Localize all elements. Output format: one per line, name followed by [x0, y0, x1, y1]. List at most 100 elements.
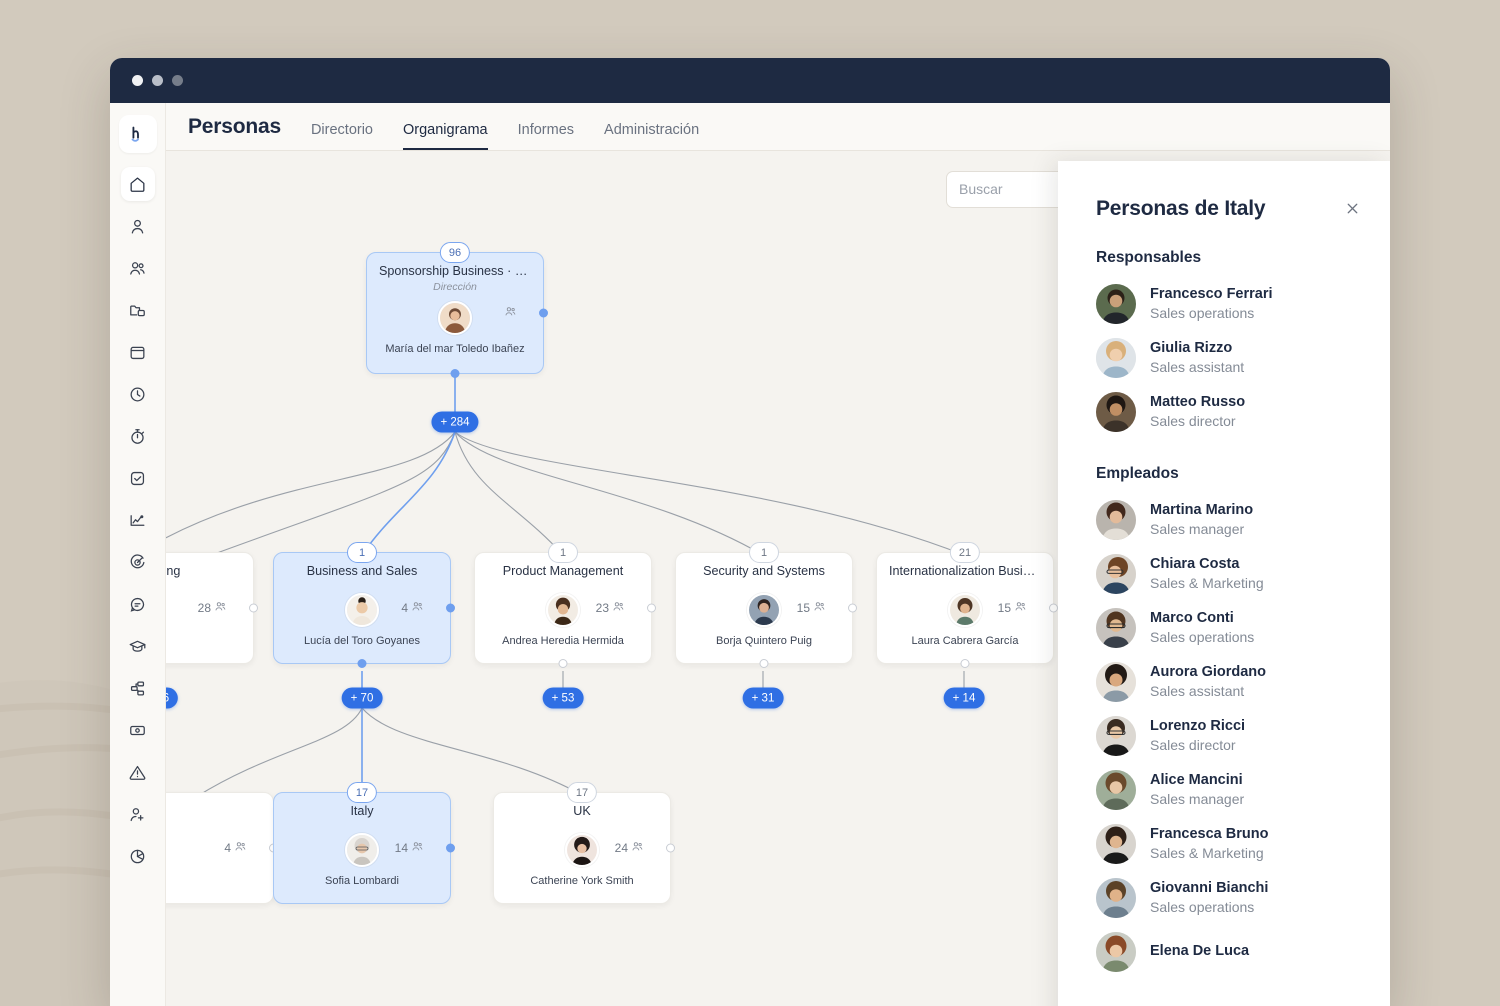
org-node-bottom-handle[interactable]: [961, 659, 970, 668]
org-expand-badge-root[interactable]: + 284: [431, 412, 478, 433]
person-row[interactable]: Aurora Giordano Sales assistant: [1096, 655, 1364, 709]
org-node-count: [501, 305, 517, 321]
alert-icon: [128, 763, 147, 782]
panel-body: Responsables Francesco Ferrari Sales ope…: [1058, 249, 1390, 979]
person-name: Chiara Costa: [1150, 555, 1264, 573]
org-node-bottom-handle[interactable]: [760, 659, 769, 668]
org-node-l3-2[interactable]: 17 UK Catherine York Smith 24: [493, 792, 671, 904]
org-node-l2-2[interactable]: 1 Product Management Andrea Heredia Herm…: [474, 552, 652, 664]
avatar: [345, 833, 379, 867]
sidebar-item-profile[interactable]: [121, 209, 155, 243]
sidebar-item-reports[interactable]: [121, 839, 155, 873]
org-node-right-handle[interactable]: [446, 844, 455, 853]
org-node-bottom-handle[interactable]: [451, 369, 460, 378]
org-node-l2-3[interactable]: 1 Security and Systems Borja Quintero Pu…: [675, 552, 853, 664]
avatar: [565, 833, 599, 867]
person-row[interactable]: Francesco Ferrari Sales operations: [1096, 277, 1364, 331]
sidebar-item-feedback[interactable]: [121, 587, 155, 621]
sidebar-item-learning[interactable]: [121, 629, 155, 663]
h-logo[interactable]: [119, 115, 157, 153]
person-name: Francesca Bruno: [1150, 825, 1268, 843]
person-row[interactable]: Martina Marino Sales manager: [1096, 493, 1364, 547]
org-node-count: 4: [401, 600, 424, 616]
avatar: [438, 301, 472, 335]
org-node-top-badge[interactable]: 17: [347, 782, 377, 803]
avatar: [1096, 932, 1136, 972]
sidebar-item-workflows[interactable]: [121, 671, 155, 705]
person-row[interactable]: Chiara Costa Sales & Marketing: [1096, 547, 1364, 601]
sidebar-item-time[interactable]: [121, 377, 155, 411]
org-node-l2-4[interactable]: 21 Internationalization Business St... L…: [876, 552, 1054, 664]
chat-icon: [128, 595, 147, 614]
person-row[interactable]: Francesca Bruno Sales & Marketing: [1096, 817, 1364, 871]
person-role: Sales & Marketing: [1150, 844, 1268, 863]
org-node-l3-1[interactable]: 17 Italy Sofia Lombardi 14: [273, 792, 451, 904]
org-node-top-badge[interactable]: 1: [548, 542, 578, 563]
org-node-root[interactable]: 96 Sponsorship Business · Operati... Dir…: [366, 252, 544, 374]
sidebar-item-payroll[interactable]: [121, 713, 155, 747]
sidebar-item-goals[interactable]: [121, 545, 155, 579]
org-expand-badge-l2-4[interactable]: + 14: [944, 688, 985, 709]
person-row[interactable]: Elena De Luca: [1096, 925, 1364, 979]
sidebar-item-calendar[interactable]: [121, 335, 155, 369]
sidebar-item-documents[interactable]: [121, 293, 155, 327]
tab-administracion[interactable]: Administración: [604, 123, 699, 151]
org-node-manager: Lucía del Toro Goyanes: [274, 635, 450, 647]
sidebar-item-tasks[interactable]: [121, 461, 155, 495]
org-node-bottom-handle[interactable]: [358, 659, 367, 668]
sidebar-item-home[interactable]: [121, 167, 155, 201]
person-row[interactable]: Matteo Russo Sales director: [1096, 385, 1364, 439]
org-node-top-badge[interactable]: 1: [749, 542, 779, 563]
person-row[interactable]: Marco Conti Sales operations: [1096, 601, 1364, 655]
org-node-right-handle[interactable]: [249, 604, 258, 613]
org-node-right-handle[interactable]: [1049, 604, 1058, 613]
sidebar-item-recruiting[interactable]: [121, 797, 155, 831]
org-node-right-handle[interactable]: [848, 604, 857, 613]
org-expand-badge-l2-3[interactable]: + 31: [743, 688, 784, 709]
org-node-l2-0[interactable]: ...ting 28: [166, 552, 254, 664]
sidebar-item-alerts[interactable]: [121, 755, 155, 789]
sidebar-item-analytics[interactable]: [121, 503, 155, 537]
person-role: Sales & Marketing: [1150, 574, 1264, 593]
person-name: Francesco Ferrari: [1150, 285, 1273, 303]
person-row[interactable]: Giovanni Bianchi Sales operations: [1096, 871, 1364, 925]
close-icon[interactable]: [1341, 197, 1364, 223]
org-node-right-handle[interactable]: [647, 604, 656, 613]
workflow-icon: [128, 679, 147, 698]
sidebar-item-people[interactable]: [121, 251, 155, 285]
minimize-dot[interactable]: [152, 75, 163, 86]
org-node-count: 15: [998, 600, 1027, 616]
sidebar-item-timer[interactable]: [121, 419, 155, 453]
tab-directorio[interactable]: Directorio: [311, 123, 373, 151]
org-node-count: 28: [198, 600, 227, 616]
org-node-top-badge[interactable]: 96: [440, 242, 470, 263]
org-expand-badge-l2-2[interactable]: + 53: [543, 688, 584, 709]
org-node-bottom-handle[interactable]: [559, 659, 568, 668]
org-node-l2-1[interactable]: 1 Business and Sales Lucía del Toro Goya…: [273, 552, 451, 664]
org-node-manager: ...tín: [166, 879, 273, 891]
person-name: Marco Conti: [1150, 609, 1254, 627]
avatar: [1096, 338, 1136, 378]
org-node-count: 15: [797, 600, 826, 616]
person-row[interactable]: Giulia Rizzo Sales assistant: [1096, 331, 1364, 385]
user-plus-icon: [128, 805, 147, 824]
person-row[interactable]: Lorenzo Ricci Sales director: [1096, 709, 1364, 763]
org-node-count-value: 4: [224, 841, 231, 855]
org-expand-badge-l2-1[interactable]: + 70: [342, 688, 383, 709]
org-node-right-handle[interactable]: [666, 844, 675, 853]
org-node-right-handle[interactable]: [539, 309, 548, 318]
org-node-l3-0[interactable]: 4 ...tín: [166, 792, 274, 904]
org-node-count: 14: [395, 840, 424, 856]
person-row[interactable]: Alice Mancini Sales manager: [1096, 763, 1364, 817]
close-dot[interactable]: [132, 75, 143, 86]
group-icon: [631, 840, 644, 856]
org-node-right-handle[interactable]: [446, 604, 455, 613]
tab-informes[interactable]: Informes: [518, 123, 574, 151]
maximize-dot[interactable]: [172, 75, 183, 86]
org-node-top-badge[interactable]: 21: [950, 542, 980, 563]
person-name: Alice Mancini: [1150, 771, 1244, 789]
org-node-top-badge[interactable]: 1: [347, 542, 377, 563]
org-node-top-badge[interactable]: 17: [567, 782, 597, 803]
avatar: [1096, 878, 1136, 918]
tab-organigrama[interactable]: Organigrama: [403, 123, 488, 151]
